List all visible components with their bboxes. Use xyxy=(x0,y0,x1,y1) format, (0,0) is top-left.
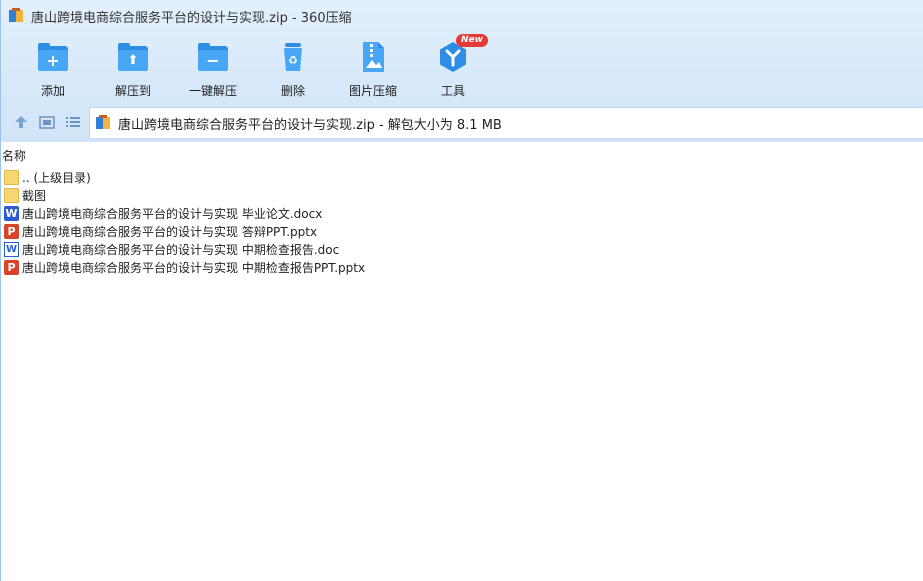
list-view-icon[interactable] xyxy=(64,113,82,131)
top-panel: 唐山跨境电商综合服务平台的设计与实现.zip - 360压缩 + 添加 ⬆ 解压… xyxy=(1,0,923,142)
image-compress-icon xyxy=(356,40,390,74)
list-item-folder[interactable]: 截图 xyxy=(1,186,923,204)
folder-icon xyxy=(4,187,19,203)
powerpoint-icon: P xyxy=(4,259,19,275)
word-doc-icon: W xyxy=(4,241,19,257)
tools-button[interactable]: New 工具 xyxy=(413,34,493,98)
file-list: .. (上级目录) 截图 W 唐山跨境电商综合服务平台的设计与实现 毕业论文.d… xyxy=(1,168,923,276)
list-item-file[interactable]: W 唐山跨境电商综合服务平台的设计与实现 中期检查报告.doc xyxy=(1,240,923,258)
toolbar: + 添加 ⬆ 解压到 − 一键解压 ♻ 删除 图片压缩 New 工具 xyxy=(1,32,923,102)
extract-to-button-label: 解压到 xyxy=(114,84,151,98)
list-item-file[interactable]: W 唐山跨境电商综合服务平台的设计与实现 毕业论文.docx xyxy=(1,204,923,222)
column-header-name[interactable]: 名称 xyxy=(1,146,923,166)
list-item-name: 唐山跨境电商综合服务平台的设计与实现 答辩PPT.pptx xyxy=(22,224,318,239)
new-badge: New xyxy=(456,34,488,47)
add-button[interactable]: + 添加 xyxy=(13,38,93,98)
extract-to-icon: ⬆ xyxy=(116,40,150,74)
delete-button-label: 删除 xyxy=(280,84,305,98)
one-click-extract-button-label: 一键解压 xyxy=(188,84,237,98)
list-item-name: .. (上级目录) xyxy=(22,170,91,185)
title-bar: 唐山跨境电商综合服务平台的设计与实现.zip - 360压缩 xyxy=(1,0,923,32)
list-item-name: 唐山跨境电商综合服务平台的设计与实现 中期检查报告PPT.pptx xyxy=(22,260,366,275)
list-item-file[interactable]: P 唐山跨境电商综合服务平台的设计与实现 中期检查报告PPT.pptx xyxy=(1,258,923,276)
column-header-label: 名称 xyxy=(2,149,27,163)
image-compress-button-label: 图片压缩 xyxy=(348,84,397,98)
delete-button[interactable]: ♻ 删除 xyxy=(253,38,333,98)
folder-icon xyxy=(4,169,19,185)
archive-app-icon xyxy=(9,8,25,24)
svg-text:♻: ♻ xyxy=(288,54,298,67)
address-text: 唐山跨境电商综合服务平台的设计与实现.zip - 解包大小为 8.1 MB xyxy=(118,117,502,133)
word-docx-icon: W xyxy=(4,205,19,221)
list-item-name: 唐山跨境电商综合服务平台的设计与实现 中期检查报告.doc xyxy=(22,242,340,257)
list-item-file[interactable]: P 唐山跨境电商综合服务平台的设计与实现 答辩PPT.pptx xyxy=(1,222,923,240)
one-click-extract-icon: − xyxy=(196,40,230,74)
add-button-label: 添加 xyxy=(40,84,65,98)
tools-button-label: 工具 xyxy=(440,84,465,98)
extract-to-button[interactable]: ⬆ 解压到 xyxy=(93,38,173,98)
delete-icon: ♻ xyxy=(276,40,310,74)
archive-file-icon xyxy=(96,115,112,131)
app-window: 唐山跨境电商综合服务平台的设计与实现.zip - 360压缩 + 添加 ⬆ 解压… xyxy=(0,0,923,581)
navigation-bar: 唐山跨境电商综合服务平台的设计与实现.zip - 解包大小为 8.1 MB xyxy=(1,104,923,140)
thumbnail-view-icon[interactable] xyxy=(38,113,56,131)
image-compress-button[interactable]: 图片压缩 xyxy=(333,38,413,98)
tools-icon: New xyxy=(436,34,488,74)
address-bar[interactable]: 唐山跨境电商综合服务平台的设计与实现.zip - 解包大小为 8.1 MB xyxy=(89,107,923,139)
list-item-name: 唐山跨境电商综合服务平台的设计与实现 毕业论文.docx xyxy=(22,206,323,221)
list-item-parent-dir[interactable]: .. (上级目录) xyxy=(1,168,923,186)
powerpoint-icon: P xyxy=(4,223,19,239)
add-icon: + xyxy=(36,40,70,74)
window-title: 唐山跨境电商综合服务平台的设计与实现.zip - 360压缩 xyxy=(31,10,352,26)
up-arrow-icon[interactable] xyxy=(12,113,30,131)
one-click-extract-button[interactable]: − 一键解压 xyxy=(173,38,253,98)
list-item-name: 截图 xyxy=(22,188,47,203)
